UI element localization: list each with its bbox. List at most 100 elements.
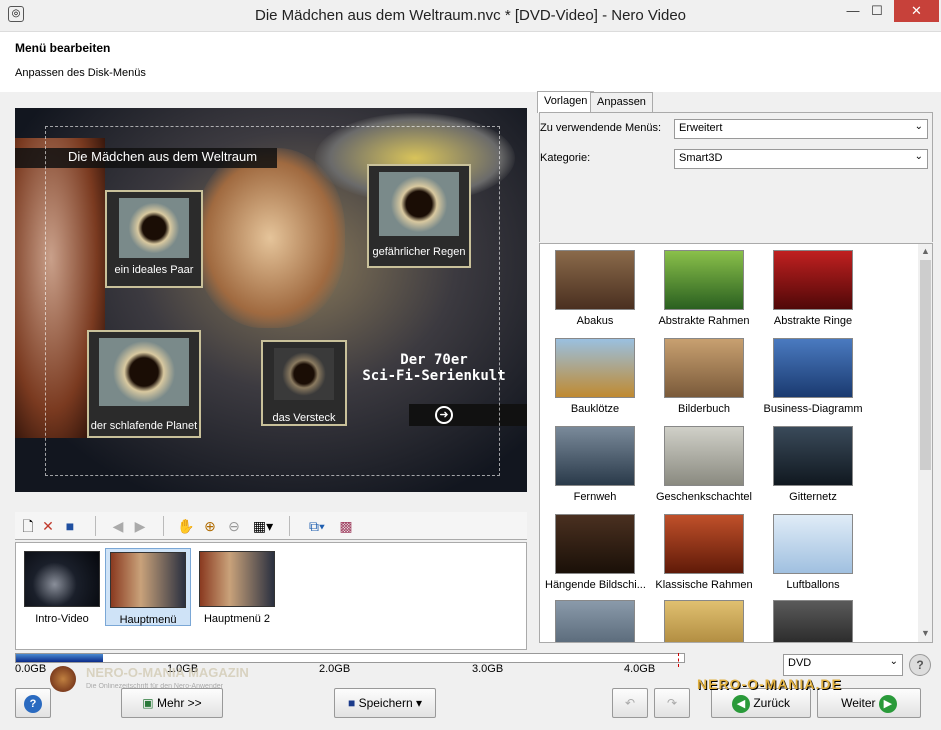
undo-button[interactable]: ↶ [612,688,648,718]
previous-icon[interactable]: ◀ [109,517,127,535]
redo-button[interactable]: ↷ [654,688,690,718]
toolbar-separator [163,516,164,536]
undo-icon: ↶ [624,696,636,710]
template-form: Zu verwendende Menüs: Erweitert ⌄ Kategor… [539,112,933,242]
template-thumbnail [664,514,744,574]
strip-item-hauptmenu-2[interactable]: Hauptmenü 2 [194,548,280,626]
template-item[interactable]: Fernweh [545,426,645,514]
minimize-button[interactable]: — [842,0,864,22]
template-label: Bilderbuch [678,403,730,415]
template-thumbnail [664,250,744,310]
category-select[interactable]: Smart3D ⌄ [674,149,928,169]
page-subtitle: Anpassen des Disk-Menüs [15,67,146,79]
template-label: Gitternetz [789,491,837,503]
disk-tick: 0.0GB [15,663,47,675]
disk-help-icon[interactable]: ? [909,654,931,676]
preview-toolbar: 🗋 ✕ ■ ◀ ▶ ✋ ⊕ ⊖ ▦▾ ⧉▾ ▩ [15,512,527,540]
template-item[interactable]: Gitternetz [763,426,863,514]
chevron-down-icon: ⌄ [889,656,898,667]
close-button[interactable]: ✕ [894,0,939,22]
template-item[interactable]: Bilderbuch [654,338,754,426]
strip-item-label: Hauptmenü [119,614,177,626]
menu-strip: Intro-Video Hauptmenü Hauptmenü 2 [15,542,527,650]
save-button[interactable]: ■ Speichern ▾ [334,688,436,718]
strip-item-hauptmenu[interactable]: Hauptmenü [105,548,191,626]
menus-label: Zu verwendende Menüs: [540,122,662,134]
template-item[interactable] [763,600,863,642]
strip-item-intro-video[interactable]: Intro-Video [19,548,105,626]
scroll-down-icon[interactable]: ▼ [921,628,930,638]
new-icon[interactable]: 🗋 [19,517,37,535]
template-item[interactable]: Business-Diagramm [763,338,863,426]
disk-tick: 3.0GB [472,663,504,675]
template-item[interactable]: Luftballons [763,514,863,602]
template-item[interactable] [545,600,645,642]
next-label: Weiter [841,696,876,710]
strip-item-label: Hauptmenü 2 [203,613,271,625]
watermark-logo [50,666,76,692]
template-label: Bauklötze [570,403,620,415]
disk-capacity-marker [678,653,680,667]
template-thumbnail [664,338,744,398]
template-item[interactable]: Geschenkschachtel [654,426,754,514]
strip-thumbnail [199,551,275,607]
grid-scrollbar[interactable]: ▲ ▼ [918,244,932,642]
delete-icon[interactable]: ✕ [39,517,57,535]
chevron-down-icon: ⌄ [914,151,923,162]
template-grid: Abakus Abstrakte Rahmen Abstrakte Ringe … [539,243,933,643]
chevron-down-icon: ⌄ [914,121,923,132]
window-title: Die Mädchen aus dem Weltraum.nvc * [DVD-… [254,7,687,24]
templates-panel: Vorlagen Anpassen Zu verwendende Menüs: … [533,91,938,648]
menus-select[interactable]: Erweitert ⌄ [674,119,928,139]
category-select-value: Smart3D [679,152,723,164]
template-thumbnail [773,600,853,642]
back-arrow-icon: ◀ [731,695,750,713]
template-item[interactable]: Bauklötze [545,338,645,426]
save-icon[interactable]: ■ [61,517,79,535]
tab-vorlagen[interactable]: Vorlagen [537,91,595,113]
help-icon: ? [24,695,42,713]
scroll-up-icon[interactable]: ▲ [921,246,930,256]
floppy-icon: ■ [347,696,356,710]
template-thumbnail [555,600,635,642]
view-dropdown-icon[interactable]: ▦▾ [249,517,277,535]
zoom-out-icon[interactable]: ⊖ [225,517,243,535]
chevron-down-icon: ▾ [415,696,422,710]
back-button[interactable]: ◀ Zurück [711,688,811,718]
toolbar-separator [289,516,290,536]
strip-item-label: Intro-Video [35,613,89,625]
help-button[interactable]: ? [15,688,51,718]
next-arrow-icon: ▶ [878,695,897,713]
template-thumbnail [555,514,635,574]
template-item[interactable]: Abstrakte Rahmen [654,250,754,338]
template-thumbnail [773,514,853,574]
more-button[interactable]: ▣ Mehr >> [121,688,223,718]
template-item[interactable]: Klassische Rahmen [654,514,754,602]
back-label: Zurück [753,696,791,710]
page-header: Menü bearbeiten Anpassen des Disk-Menüs [0,32,941,92]
zoom-in-icon[interactable]: ⊕ [201,517,219,535]
hand-icon[interactable]: ✋ [177,517,195,535]
menu-preview[interactable]: Die Mädchen aus dem Weltraum ein ideales… [15,108,527,492]
tab-anpassen[interactable]: Anpassen [590,92,653,112]
template-label: Hängende Bildschi... [545,579,646,591]
template-item[interactable]: Hängende Bildschi... [545,514,646,602]
grid-icon[interactable]: ▩ [337,517,355,535]
strip-thumbnail [24,551,100,607]
template-label: Abstrakte Rahmen [658,315,750,327]
template-thumbnail [773,338,853,398]
scroll-thumb[interactable] [920,260,931,470]
next-icon[interactable]: ▶ [131,517,149,535]
template-item[interactable] [654,600,754,642]
template-label: Abakus [576,315,614,327]
template-item[interactable]: Abakus [545,250,645,338]
menus-select-value: Erweitert [679,122,723,134]
maximize-button[interactable]: ☐ [866,0,888,22]
arrange-dropdown-icon[interactable]: ⧉▾ [303,517,331,535]
template-item[interactable]: Abstrakte Ringe [763,250,863,338]
disk-type-select[interactable]: DVD ⌄ [783,654,903,676]
category-label: Kategorie: [540,152,591,164]
template-thumbnail [664,600,744,642]
template-thumbnail [773,426,853,486]
next-button[interactable]: Weiter ▶ [817,688,921,718]
